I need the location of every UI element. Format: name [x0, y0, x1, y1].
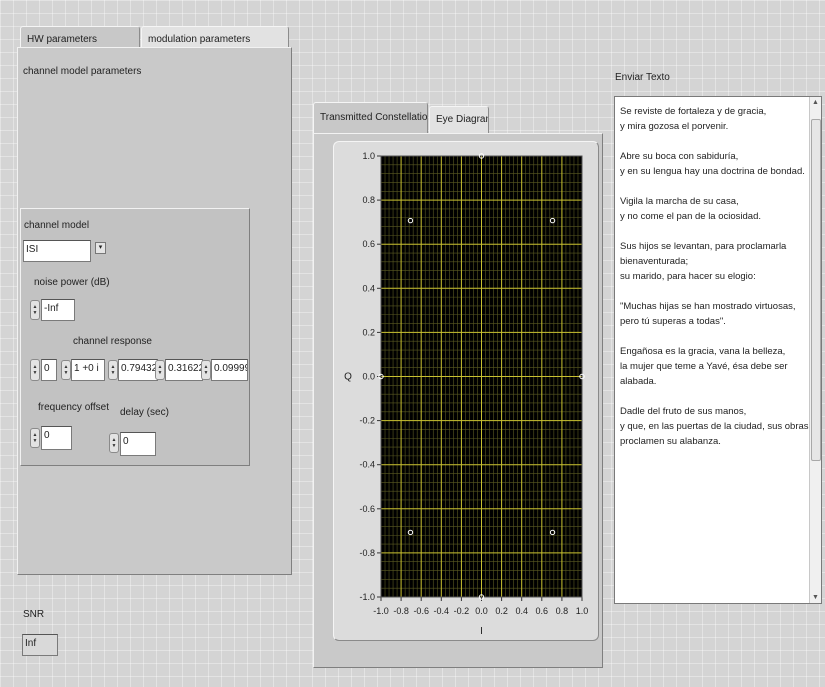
channel-response-spinner[interactable]: ▲ ▼ [201, 360, 211, 380]
scroll-up-icon[interactable]: ▲ [810, 99, 821, 106]
scrollbar-thumb[interactable] [811, 119, 821, 461]
noise-power-label: noise power (dB) [34, 277, 110, 288]
channel-response-spinner[interactable]: ▲ ▼ [61, 360, 71, 380]
tab-hw-parameters[interactable]: HW parameters [20, 26, 140, 48]
send-text-area[interactable]: Se reviste de fortaleza y de gracia, y mi… [614, 96, 822, 604]
channel-response-index[interactable]: 0 [41, 359, 57, 381]
text-line: su marido, para hacer su elogio: [620, 271, 756, 282]
channel-model-select[interactable]: ISI [23, 240, 91, 262]
chevron-down-icon[interactable]: ▾ [95, 242, 106, 254]
text-line: y mira gozosa el porvenir. [620, 121, 729, 132]
frequency-offset-spinner[interactable]: ▲ ▼ [30, 428, 40, 448]
text-line: y no come el pan de la ociosidad. [620, 211, 762, 222]
text-paragraph: "Muchas hijas se han mostrado virtuosas,… [620, 299, 812, 329]
text-paragraph: Engañosa es la gracia, vana la belleza, l… [620, 344, 812, 389]
channel-response-spinner[interactable]: ▲ ▼ [108, 360, 118, 380]
text-line: proclamen su alabanza. [620, 436, 721, 447]
text-line: Abre su boca con sabiduría, [620, 151, 739, 162]
tab-transmitted-constellation[interactable]: Transmitted Constellation [313, 102, 428, 134]
delay-input[interactable]: 0 [120, 432, 156, 456]
text-line: Vigila la marcha de su casa, [620, 196, 739, 207]
frequency-offset-label: frequency offset [38, 402, 109, 413]
channel-response-value[interactable]: 0.099999 [211, 359, 248, 381]
channel-model-params-title: channel model parameters [23, 66, 142, 77]
text-line: la mujer que teme a Yavé, ésa debe ser a… [620, 361, 788, 387]
channel-model-label: channel model [24, 220, 90, 231]
snr-indicator: Inf [22, 634, 58, 656]
text-line: "Muchas hijas se han mostrado virtuosas, [620, 301, 796, 312]
delay-label: delay (sec) [120, 407, 169, 418]
channel-response-label: channel response [73, 336, 152, 347]
tab-eye-diagram[interactable]: Eye Diagram [429, 106, 489, 134]
vertical-scrollbar[interactable]: ▲ ▼ [809, 97, 821, 603]
text-line: pero tú superas a todas". [620, 316, 726, 327]
channel-response-value[interactable]: 0.316227 [165, 359, 203, 381]
text-paragraph: Se reviste de fortaleza y de gracia, y mi… [620, 104, 812, 134]
channel-response-index-spinner[interactable]: ▲ ▼ [30, 359, 40, 381]
channel-response-spinner[interactable]: ▲ ▼ [155, 360, 165, 380]
text-paragraph: Abre su boca con sabiduría, y en su lengu… [620, 149, 812, 179]
scroll-down-icon[interactable]: ▼ [810, 594, 821, 601]
snr-label: SNR [23, 609, 45, 620]
text-paragraph: Vigila la marcha de su casa, y no come el… [620, 194, 812, 224]
frequency-offset-input[interactable]: 0 [41, 426, 72, 450]
graph-frame [333, 141, 599, 641]
delay-spinner[interactable]: ▲ ▼ [109, 433, 119, 453]
tab-modulation-parameters[interactable]: modulation parameters [141, 26, 289, 48]
text-line: bienaventurada; [620, 256, 689, 267]
noise-power-spinner[interactable]: ▲ ▼ [30, 300, 40, 320]
text-line: Se reviste de fortaleza y de gracia, [620, 106, 767, 117]
text-line: y que, en las puertas de la ciudad, sus … [620, 421, 809, 432]
text-line: Engañosa es la gracia, vana la belleza, [620, 346, 786, 357]
send-text-label: Enviar Texto [615, 72, 670, 83]
channel-response-value[interactable]: 1 +0 i [71, 359, 105, 381]
text-paragraph: Dadle del fruto de sus manos, y que, en l… [620, 404, 812, 449]
text-paragraph: Sus hijos se levantan, para proclamarla b… [620, 239, 812, 284]
channel-response-value[interactable]: 0.794327 [118, 359, 158, 381]
text-line: Dadle del fruto de sus manos, [620, 406, 747, 417]
text-line: y en su lengua hay una doctrina de bonda… [620, 166, 805, 177]
text-line: Sus hijos se levantan, para proclamarla [620, 241, 787, 252]
noise-power-input[interactable]: -Inf [41, 299, 75, 321]
